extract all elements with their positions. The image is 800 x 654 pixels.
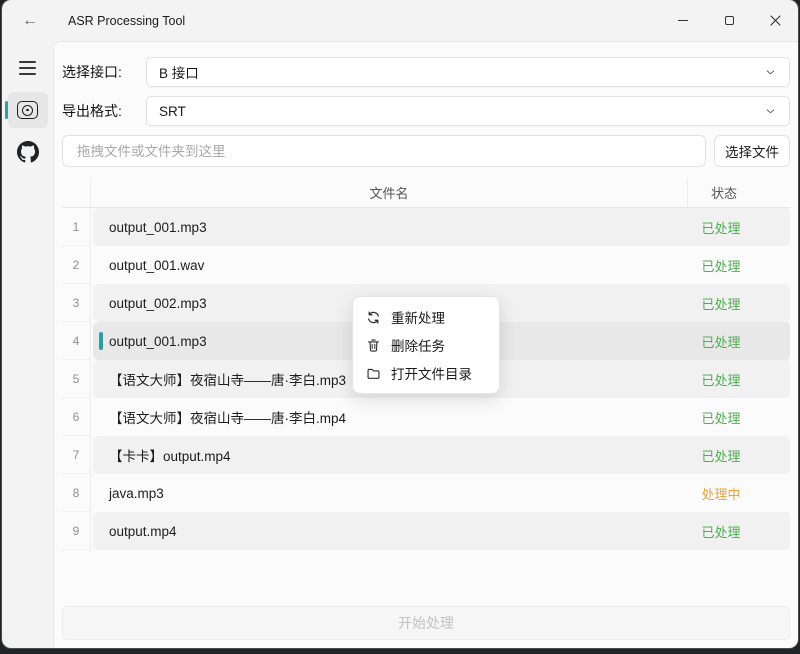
minimize-icon (678, 20, 688, 21)
hamburger-icon (19, 61, 36, 74)
row-status-badge: 已处理 (688, 208, 790, 246)
row-status-badge: 已处理 (688, 246, 790, 284)
row-status-badge: 已处理 (688, 436, 790, 474)
row-status-badge: 处理中 (688, 474, 790, 512)
menu-item-reprocess[interactable]: 重新处理 (353, 303, 499, 331)
table-row[interactable]: 7 【卡卡】output.mp4 已处理 (62, 436, 790, 474)
table-row[interactable]: 6 【语文大师】夜宿山寺——唐·李白.mp4 已处理 (62, 398, 790, 436)
row-filename: output_001.mp3 (93, 208, 688, 246)
sidebar-item-recorder[interactable] (8, 92, 48, 128)
menu-item-delete[interactable]: 删除任务 (353, 331, 499, 359)
back-button[interactable]: ← (12, 6, 48, 36)
table-row[interactable]: 1 output_001.mp3 已处理 (62, 208, 790, 246)
minimize-button[interactable] (660, 0, 706, 41)
footer: 开始处理 (62, 606, 790, 640)
maximize-button[interactable] (706, 0, 752, 41)
menu-item-open-folder[interactable]: 打开文件目录 (353, 359, 499, 387)
row-index: 1 (62, 208, 91, 246)
selected-item-accent (5, 101, 8, 119)
row-status-badge: 已处理 (688, 284, 790, 322)
interface-select-value: B 接口 (159, 62, 764, 82)
row-index: 3 (62, 284, 91, 322)
trash-icon (366, 338, 381, 353)
selected-row-accent (99, 332, 103, 350)
header-index (62, 178, 91, 207)
table-row[interactable]: 8 java.mp3 处理中 (62, 474, 790, 512)
titlebar: ← ASR Processing Tool (2, 0, 798, 41)
table-header: 文件名 状态 (62, 178, 790, 208)
refresh-icon (366, 310, 381, 325)
record-icon (17, 101, 38, 119)
chevron-down-icon (764, 105, 777, 118)
start-processing-button[interactable]: 开始处理 (62, 606, 790, 640)
format-select[interactable]: SRT (146, 96, 790, 126)
context-menu: 重新处理 删除任务 打开文件目录 (352, 296, 500, 394)
row-index: 8 (62, 474, 91, 512)
maximize-icon (725, 16, 734, 25)
github-icon (17, 141, 39, 163)
row-filename: 【卡卡】output.mp4 (93, 436, 688, 474)
header-filename: 文件名 (91, 178, 688, 207)
sidebar (2, 41, 53, 648)
row-filename: output.mp4 (93, 512, 688, 550)
table-row[interactable]: 9 output.mp4 已处理 (62, 512, 790, 550)
app-window: ← ASR Processing Tool (2, 0, 798, 648)
menu-item-label: 打开文件目录 (391, 363, 472, 383)
close-icon (770, 15, 781, 26)
window-title: ASR Processing Tool (68, 14, 185, 28)
format-select-value: SRT (159, 104, 764, 119)
row-filename: 【语文大师】夜宿山寺——唐·李白.mp4 (93, 398, 688, 436)
row-status-badge: 已处理 (688, 398, 790, 436)
file-drop-input[interactable] (62, 135, 706, 167)
menu-item-label: 重新处理 (391, 307, 445, 327)
row-status-badge: 已处理 (688, 360, 790, 398)
menu-item-label: 删除任务 (391, 335, 445, 355)
row-index: 5 (62, 360, 91, 398)
row-index: 6 (62, 398, 91, 436)
choose-file-button[interactable]: 选择文件 (714, 135, 790, 167)
header-status: 状态 (688, 178, 790, 207)
row-status-badge: 已处理 (688, 322, 790, 360)
row-index: 2 (62, 246, 91, 284)
arrow-left-icon: ← (22, 13, 38, 29)
menu-button[interactable] (8, 50, 48, 86)
row-index: 9 (62, 512, 91, 550)
row-index: 4 (62, 322, 91, 360)
table-row[interactable]: 2 output_001.wav 已处理 (62, 246, 790, 284)
interface-select[interactable]: B 接口 (146, 57, 790, 87)
interface-label: 选择接口: (62, 62, 146, 82)
row-index: 7 (62, 436, 91, 474)
chevron-down-icon (764, 66, 777, 79)
folder-icon (366, 366, 381, 381)
row-status-badge: 已处理 (688, 512, 790, 550)
format-label: 导出格式: (62, 101, 146, 121)
row-filename: output_001.wav (93, 246, 688, 284)
row-filename: java.mp3 (93, 474, 688, 512)
desktop-background: ← ASR Processing Tool (0, 0, 800, 654)
close-button[interactable] (752, 0, 798, 41)
sidebar-item-github[interactable] (8, 134, 48, 170)
